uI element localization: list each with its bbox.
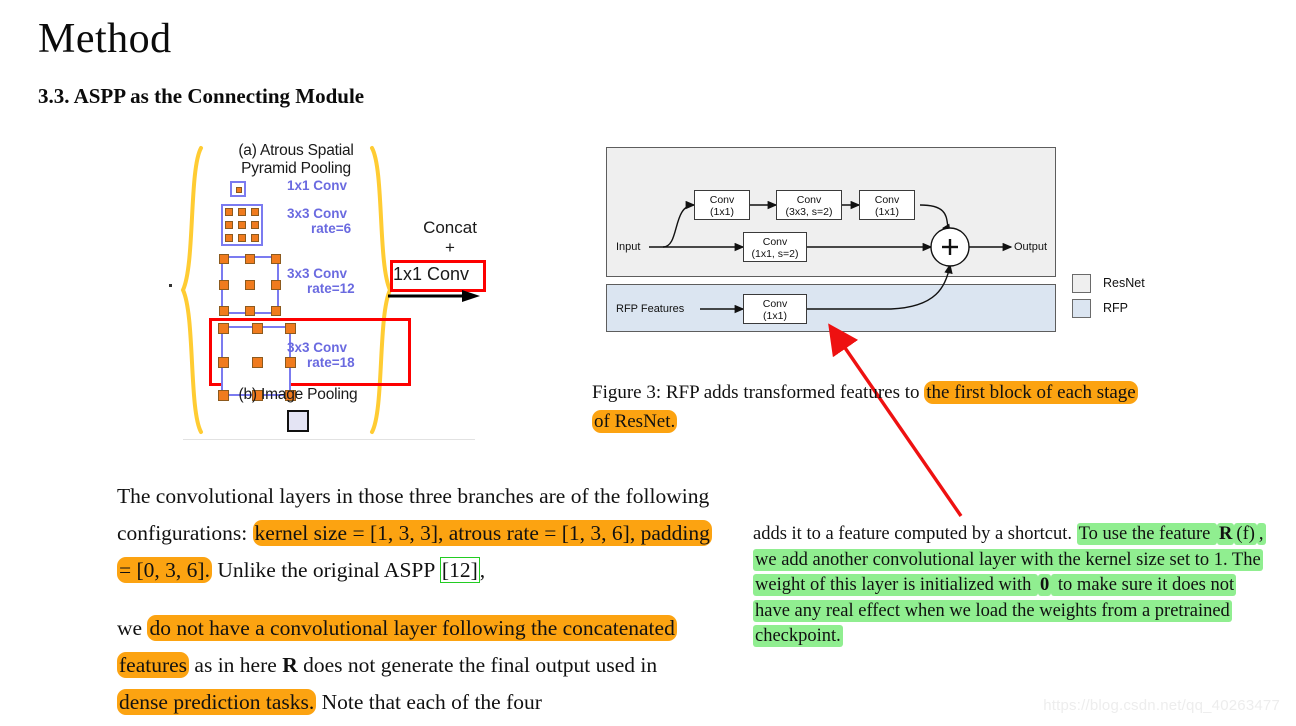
para1-post-b: , — [479, 558, 486, 582]
rfp-conv-box-top-3: Conv (1x1) — [859, 190, 915, 220]
concat-label: Concat + — [395, 218, 505, 258]
brace-left-icon — [179, 144, 205, 436]
aspp-branch-3-label-line2: rate=12 — [307, 281, 355, 296]
aspp-branch-1-label-line1: 1x1 Conv — [287, 178, 348, 193]
grid-dot — [252, 323, 263, 334]
grid-dot — [219, 254, 229, 264]
right-math-f: (f) — [1234, 523, 1257, 545]
aspp-branch-1-grid — [230, 181, 246, 197]
para2-mid-b: does not generate the final output used … — [297, 653, 658, 677]
aspp-figure: (a) Atrous Spatial Pyramid Pooling 1x1 C… — [169, 138, 486, 440]
section-heading: 3.3. ASPP as the Connecting Module — [38, 84, 365, 108]
grid-dot — [225, 208, 233, 216]
body-paragraph-2: we do not have a convolutional layer fol… — [117, 610, 712, 721]
para2-mid-a: as in here — [189, 653, 283, 677]
grid-dot — [219, 306, 229, 316]
aspp-branch-3-label: 3x3 Conv rate=12 — [287, 266, 355, 296]
rfp-conv-box-rfp: Conv (1x1) — [743, 294, 807, 324]
para2-pre: we — [117, 616, 148, 640]
caption-prefix: Figure 3: RFP adds transformed features … — [592, 382, 925, 403]
conv-box-line1: Conv — [762, 298, 788, 310]
legend-swatch-rfp — [1072, 299, 1091, 318]
body-text-right: adds it to a feature computed by a short… — [753, 522, 1273, 650]
aspp-branch-4-label-line2: rate=18 — [307, 355, 355, 370]
para2-math-r: R — [282, 653, 298, 677]
conv-box-line1: Conv — [762, 236, 788, 248]
aspp-part-a-title-line1: (a) Atrous Spatial — [238, 142, 354, 159]
grid-dot — [285, 323, 296, 334]
concat-conv-label: 1x1 Conv — [393, 264, 470, 284]
aspp-branch-2-label-line2: rate=6 — [311, 221, 352, 236]
grid-dot — [238, 221, 246, 229]
right-math-zero: 0 — [1038, 574, 1052, 596]
conv-box-line1: Conv — [796, 194, 822, 206]
aspp-output-arrow-icon — [388, 290, 480, 304]
brace-dot-icon — [169, 284, 172, 287]
conv-box-line2: (1x1) — [710, 205, 734, 218]
grid-dot — [218, 323, 229, 334]
grid-dot — [251, 234, 259, 242]
grid-dot — [219, 280, 229, 290]
grid-dot — [251, 221, 259, 229]
rfp-output-label: Output — [1014, 241, 1048, 253]
concat-label-line1: Concat — [423, 218, 477, 237]
grid-dot — [245, 306, 255, 316]
image-pooling-square-icon — [287, 410, 309, 432]
aspp-part-a-title: (a) Atrous Spatial Pyramid Pooling — [211, 142, 381, 178]
aspp-part-a-title-line2: Pyramid Pooling — [241, 160, 351, 177]
legend-label-resnet: ResNet — [1103, 276, 1145, 290]
conv-box-line1: Conv — [709, 194, 735, 206]
legend-label-rfp: RFP — [1103, 301, 1128, 315]
page-title: Method — [38, 16, 172, 62]
aspp-branch-2-label-line1: 3x3 Conv — [287, 206, 348, 221]
aspp-figure-divider — [183, 439, 475, 440]
rfp-conv-box-top-1: Conv (1x1) — [694, 190, 750, 220]
body-text-left: The convolutional layers in those three … — [117, 478, 712, 721]
grid-dot — [236, 187, 242, 193]
grid-dot — [271, 254, 281, 264]
conv-box-line1: Conv — [874, 194, 900, 206]
grid-dot — [271, 280, 281, 290]
concat-label-line2: + — [445, 238, 455, 257]
aspp-branch-1-label: 1x1 Conv — [287, 178, 347, 193]
grid-dot — [225, 234, 233, 242]
aspp-branch-4-label-line1: 3x3 Conv — [287, 340, 348, 355]
grid-dot — [225, 221, 233, 229]
rfp-figure: Conv (1x1) Conv (3x3, s=2) Conv (1x1) Co… — [606, 147, 1151, 337]
aspp-branch-4-label: 3x3 Conv rate=18 — [287, 340, 355, 370]
rfp-conv-box-top-2: Conv (3x3, s=2) — [776, 190, 842, 220]
aspp-branch-2-grid — [221, 204, 263, 246]
right-highlight-1: To use the feature — [1076, 523, 1218, 545]
citation-reference[interactable]: [12] — [439, 557, 480, 583]
watermark: https://blog.csdn.net/qq_40263477 — [1043, 697, 1280, 714]
rfp-conv-box-shortcut: Conv (1x1, s=2) — [743, 232, 807, 262]
figure-caption: Figure 3: RFP adds transformed features … — [592, 378, 1152, 436]
aspp-part-b-title: (b) Image Pooling — [238, 386, 358, 403]
rfp-input-label: Input — [616, 241, 641, 253]
conv-box-line2: (1x1) — [875, 205, 899, 218]
aspp-branch-2-label: 3x3 Conv rate=6 — [287, 206, 351, 236]
grid-dot — [252, 357, 263, 368]
rfp-features-label: RFP Features — [616, 303, 685, 315]
grid-dot — [218, 357, 229, 368]
conv-box-line2: (1x1) — [763, 309, 787, 322]
aspp-branch-3-grid — [219, 254, 281, 316]
body-paragraph-1: The convolutional layers in those three … — [117, 478, 712, 589]
right-math-r: R — [1217, 523, 1235, 545]
grid-dot — [245, 280, 255, 290]
grid-dot — [238, 234, 246, 242]
conv-box-line2: (3x3, s=2) — [785, 205, 833, 218]
grid-dot — [271, 306, 281, 316]
para2-highlight-b: dense prediction tasks. — [117, 689, 317, 715]
grid-dot — [251, 208, 259, 216]
grid-dot — [245, 254, 255, 264]
conv-box-line2: (1x1, s=2) — [751, 247, 799, 260]
para1-post-a: Unlike the original ASPP — [211, 558, 440, 582]
para2-post: Note that each of the four — [316, 690, 542, 714]
aspp-branch-3-label-line1: 3x3 Conv — [287, 266, 348, 281]
legend-swatch-resnet — [1072, 274, 1091, 293]
grid-dot — [238, 208, 246, 216]
right-pre: adds it to a feature computed by a short… — [753, 524, 1077, 544]
